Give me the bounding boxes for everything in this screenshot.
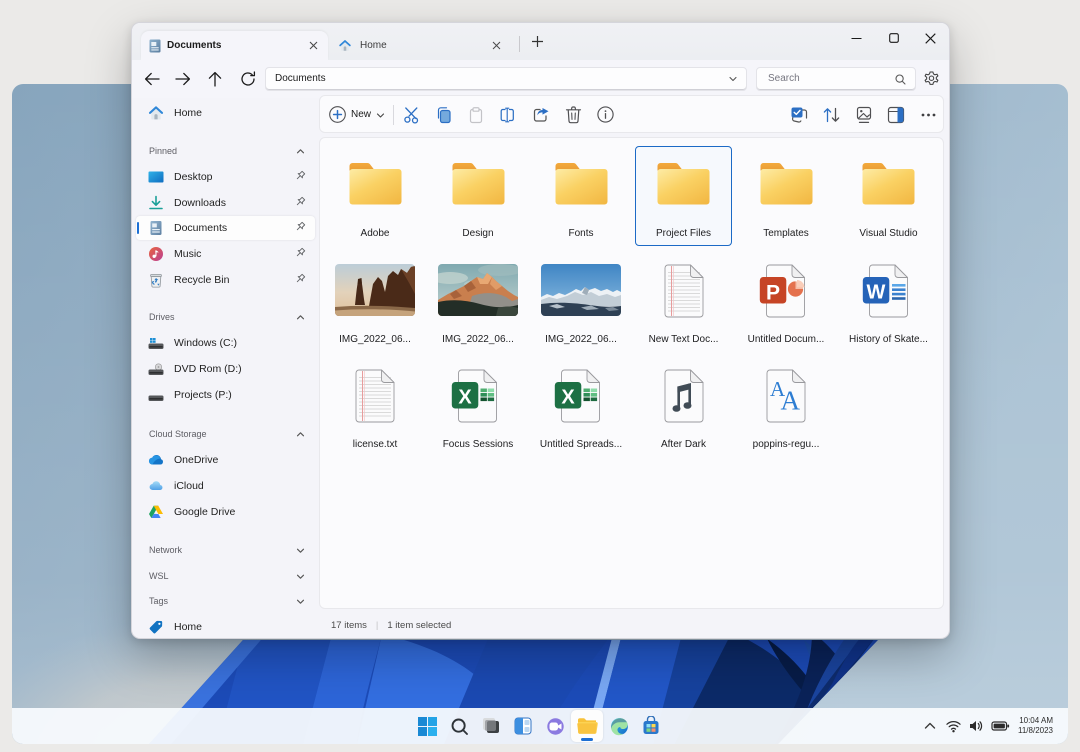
svg-text:W: W <box>866 282 885 304</box>
svg-text:A: A <box>781 386 801 416</box>
svg-text:X: X <box>458 387 472 409</box>
svg-text:P: P <box>766 282 780 305</box>
svg-text:X: X <box>561 387 575 409</box>
